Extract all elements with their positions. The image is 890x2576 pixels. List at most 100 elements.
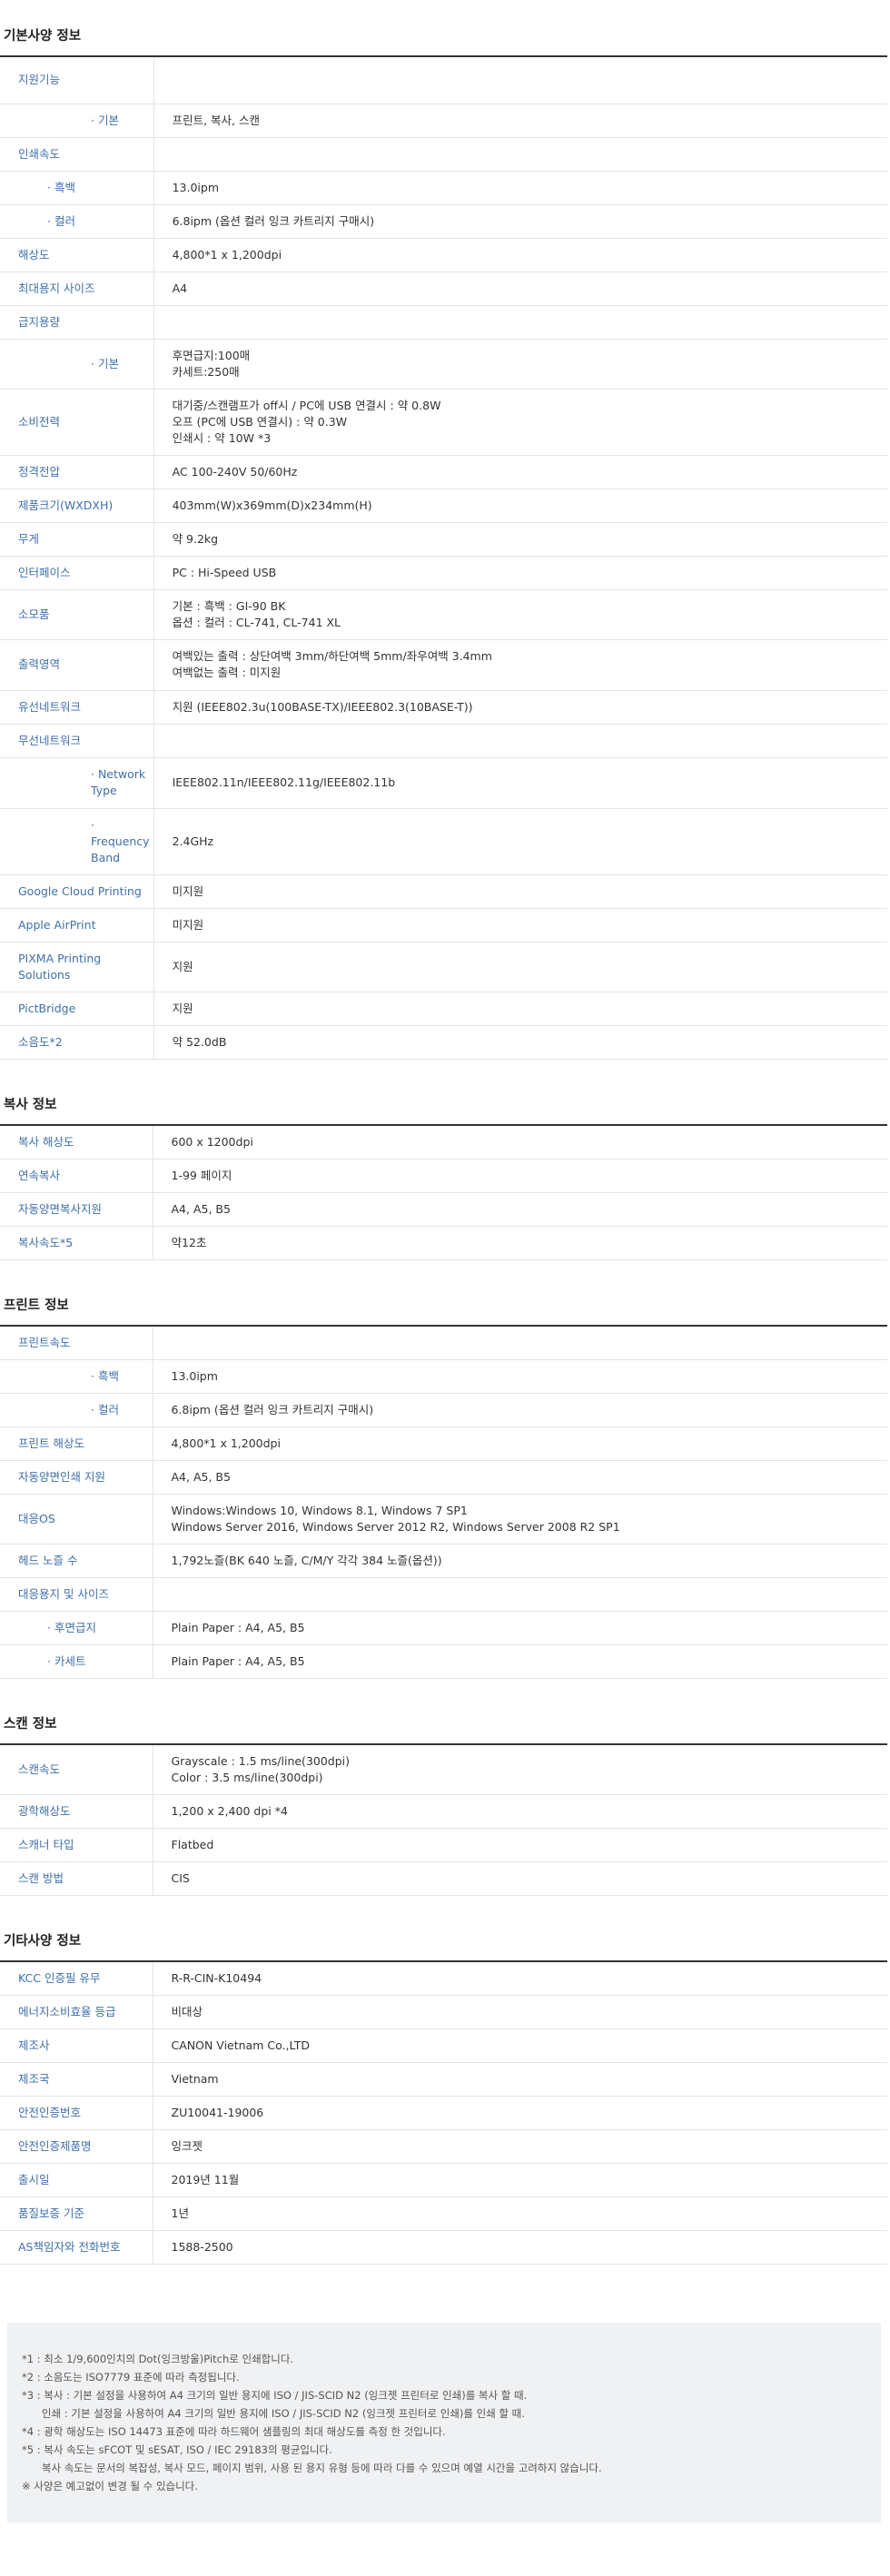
spec-row: 광학해상도 1,200 x 2,400 dpi *4 (0, 1794, 887, 1829)
spec-label: 광학해상도 (0, 1794, 153, 1829)
spec-label: KCC 인증필 유무 (0, 1960, 153, 1996)
spec-row: 자동양면인쇄 지원 A4, A5, B5 (0, 1460, 887, 1495)
spec-value: 대기중/스캔램프가 off시 / PC에 USB 연결시 : 약 0.8W 오프 … (153, 389, 887, 456)
spec-value (153, 1577, 887, 1612)
spec-label: 스캐너 타입 (0, 1828, 153, 1862)
spec-value (153, 137, 887, 172)
spec-label: PIXMA Printing Solutions (0, 942, 154, 992)
footnote-line: 인쇄 : 기본 설정을 사용하여 A4 크기의 일반 용지에 ISO / JIS… (22, 2406, 525, 2420)
spec-label: 정격전압 (0, 455, 154, 489)
footnote-line: *2 : 소음도는 ISO7779 표준에 따라 측정됩니다. (22, 2370, 240, 2384)
spec-label: 소비전력 (0, 389, 154, 456)
section-title: 기본사양 정보 (4, 29, 82, 44)
footnote-line: 복사 속도는 문서의 복잡성, 복사 모드, 페이지 범위, 사용 된 용지 유… (22, 2461, 602, 2474)
spec-section: 기타사양 정보 KCC 인증필 유무 R-R-CIN-K10494 에너지소비효율 등… (0, 1896, 890, 2265)
spec-label: · Frequency Band (0, 808, 154, 875)
spec-row: 대응OS Windows:Windows 10, Windows 8.1, Win… (0, 1494, 887, 1545)
spec-row: 무선네트워크 (0, 724, 887, 758)
spec-label: 자동양면인쇄 지원 (0, 1460, 153, 1495)
footnote-line: *4 : 광학 해상도는 ISO 14473 표준에 따라 하드웨어 샘플링의 … (22, 2424, 446, 2438)
spec-row: 지원기능 (0, 56, 887, 104)
section-title: 복사 정보 (4, 1097, 57, 1112)
spec-value: 약 9.2kg (153, 522, 887, 557)
spec-label: 제조국 (0, 2062, 153, 2097)
spec-label: · 기본 (0, 339, 154, 390)
spec-value: 미지원 (153, 908, 887, 943)
spec-row: 급지용량 (0, 305, 887, 340)
spec-row: 복사속도*5 약12초 (0, 1226, 887, 1260)
spec-row: · 컬러 6.8ipm (옵션 컬러 잉크 카트리지 구매시) (0, 204, 887, 239)
spec-label: Apple AirPrint (0, 908, 154, 943)
spec-value: 기본 : 흑백 : GI-90 BK 옵션 : 컬러 : CL-741, CL-7… (153, 589, 887, 640)
spec-value (153, 305, 887, 340)
page-bottom-spacer (0, 2522, 890, 2559)
spec-label: 헤드 노즐 수 (0, 1544, 153, 1578)
spec-row: 최대용지 사이즈 A4 (0, 271, 887, 306)
spec-value: 지원 (153, 992, 887, 1026)
spec-row: AS책임자와 전화번호 1588-2500 (0, 2230, 887, 2265)
spec-section: 프린트 정보 프린트속도 · 흑백 13.0ipm · 컬러 6.8ipm (옵션 컬러 … (0, 1260, 890, 1679)
spec-label: 자동양면복사지원 (0, 1192, 153, 1227)
spec-label: · 흑백 (0, 171, 154, 205)
spec-label: 안전인증제품명 (0, 2129, 153, 2164)
spec-label: 출시일 (0, 2163, 153, 2197)
spec-label: · 컬러 (0, 204, 154, 239)
spec-row: PictBridge 지원 (0, 992, 887, 1026)
spec-value: IEEE802.11n/IEEE802.11g/IEEE802.11b (153, 757, 887, 809)
spec-label: 스캔속도 (0, 1743, 153, 1795)
spec-label: PictBridge (0, 992, 154, 1026)
spec-value: 여백있는 출력 : 상단여백 3mm/하단여백 5mm/좌우여백 3.4mm 여백… (153, 639, 887, 691)
spec-label: · 컬러 (0, 1393, 153, 1427)
spec-row: 제품크기(WXDXH) 403mm(W)x369mm(D)x234mm(H) (0, 489, 887, 523)
footnotes-box: *1 : 최소 1/9,600인치의 Dot(잉크방울)Pitch로 인쇄합니다… (7, 2322, 881, 2522)
spec-value: 1년 (153, 2196, 887, 2231)
spec-label: 안전인증번호 (0, 2096, 153, 2130)
spec-value: PC : Hi-Speed USB (153, 556, 887, 590)
spec-value: 1,200 x 2,400 dpi *4 (153, 1794, 887, 1829)
spec-sections: 기본사양 정보 지원기능 · 기본 프린트, 복사, 스캔 인쇄속도 · 흑백 13.0ip… (0, 0, 890, 2265)
spec-table: KCC 인증필 유무 R-R-CIN-K10494 에너지소비효율 등급 비대상 제조사… (0, 1959, 887, 2265)
spec-row: Apple AirPrint 미지원 (0, 908, 887, 943)
spec-row: 출시일 2019년 11월 (0, 2163, 887, 2197)
spec-label: 제조사 (0, 2028, 153, 2063)
spec-value: A4 (153, 271, 887, 306)
section-title: 스캔 정보 (4, 1716, 57, 1732)
spec-row: 프린트 해상도 4,800*1 x 1,200dpi (0, 1426, 887, 1461)
spec-row: 제조사 CANON Vietnam Co.,LTD (0, 2028, 887, 2063)
spec-row: 제조국 Vietnam (0, 2062, 887, 2097)
spec-value: Grayscale : 1.5 ms/line(300dpi) Color : 3… (153, 1743, 887, 1795)
spec-row: 스캔속도 Grayscale : 1.5 ms/line(300dpi) Color… (0, 1743, 887, 1795)
spec-label: AS책임자와 전화번호 (0, 2230, 153, 2265)
spec-label: 해상도 (0, 238, 154, 272)
spec-label: 품질보증 기준 (0, 2196, 153, 2231)
spec-label: 연속복사 (0, 1159, 153, 1193)
spec-section: 복사 정보복사 해상도 600 x 1200dpi 연속복사 1-99 페이지 자동양면… (0, 1060, 890, 1260)
spec-row: 인터페이스 PC : Hi-Speed USB (0, 556, 887, 590)
spec-label: 급지용량 (0, 305, 154, 340)
spec-value: 잉크젯 (153, 2129, 887, 2164)
spec-value: 13.0ipm (153, 171, 887, 205)
spec-label: · 카세트 (0, 1644, 153, 1679)
spec-row: 인쇄속도 (0, 137, 887, 172)
spec-value: Plain Paper : A4, A5, B5 (153, 1611, 887, 1645)
spec-value: 지원 (153, 942, 887, 992)
spec-label: 제품크기(WXDXH) (0, 489, 154, 523)
spec-label: · 기본 (0, 104, 154, 138)
spec-table: 복사 해상도 600 x 1200dpi 연속복사 1-99 페이지 자동양면복사지원 A… (0, 1123, 887, 1260)
footnote-line: *5 : 복사 속도는 sFCOT 및 sESAT, ISO / IEC 291… (22, 2443, 332, 2456)
spec-row: 안전인증제품명 잉크젯 (0, 2129, 887, 2164)
spec-row: 해상도 4,800*1 x 1,200dpi (0, 238, 887, 272)
spec-row: · 흑백 13.0ipm (0, 1359, 887, 1394)
spec-label: 무선네트워크 (0, 724, 154, 758)
spec-label: 무게 (0, 522, 154, 557)
footnote-line: ※ 사양은 예고없이 변경 될 수 있습니다. (22, 2479, 198, 2492)
spec-label: 소음도*2 (0, 1025, 154, 1060)
spec-row: · 기본 후면급지:100매 카세트:250매 (0, 339, 887, 390)
spec-label: 소모품 (0, 589, 154, 640)
spec-value: CANON Vietnam Co.,LTD (153, 2028, 887, 2063)
spec-value: 4,800*1 x 1,200dpi (153, 1426, 887, 1461)
spec-label: 프린트속도 (0, 1325, 153, 1360)
spec-section: 스캔 정보스캔속도 Grayscale : 1.5 ms/line(300dpi)… (0, 1679, 890, 1896)
spec-row: 품질보증 기준 1년 (0, 2196, 887, 2231)
spec-row: · Network Type IEEE802.11n/IEEE802.11g/IEE… (0, 757, 887, 809)
